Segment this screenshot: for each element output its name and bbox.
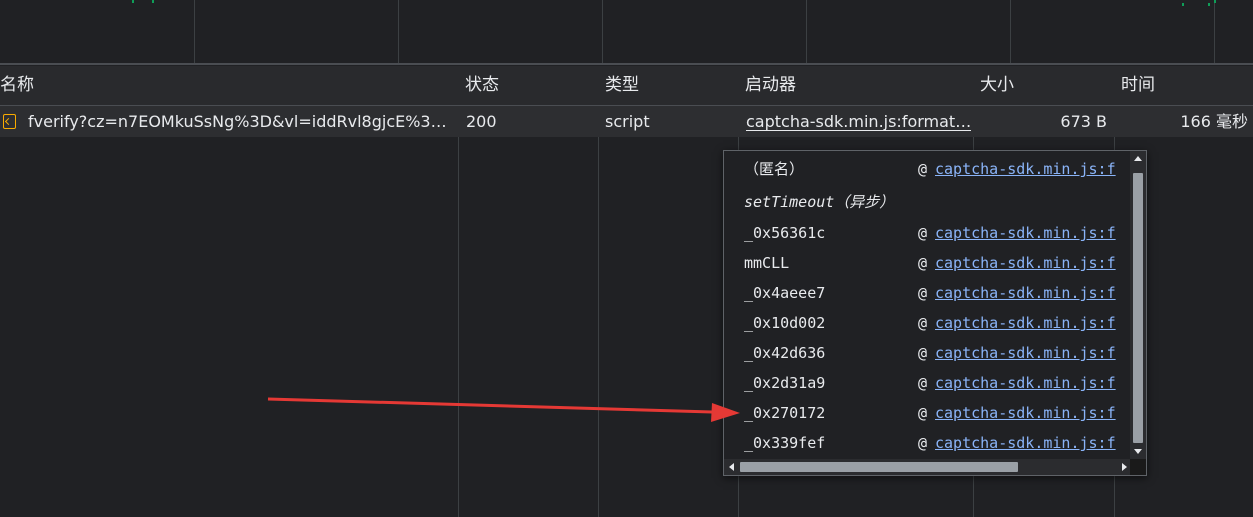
timeline-gridline <box>1010 0 1011 63</box>
script-file-icon <box>3 114 16 129</box>
frame-source-link[interactable]: captcha-sdk.min.js:f <box>935 278 1116 308</box>
request-initiator-cell[interactable]: captcha-sdk.min.js:format… <box>746 106 971 137</box>
timeline-request-tick <box>1208 3 1210 6</box>
initiator-link[interactable]: captcha-sdk.min.js:format… <box>746 112 971 131</box>
frame-source-link[interactable]: captcha-sdk.min.js:f <box>935 218 1116 248</box>
initiator-callstack-popover: （匿名） @ captcha-sdk.min.js:f setTimeout（异… <box>723 150 1147 476</box>
timeline-gridline <box>194 0 195 63</box>
frame-at-sign: @ <box>918 160 928 178</box>
column-header-time[interactable]: 时间 <box>1115 66 1253 105</box>
timeline-request-tick <box>1214 0 1216 3</box>
table-row[interactable]: fverify?cz=n7EOMkuSsNg%3D&vl=iddRvl8gjcE… <box>0 106 1253 137</box>
request-status: 200 <box>466 112 497 131</box>
request-table-header: 名称 状态 类型 启动器 大小 时间 <box>0 66 1253 106</box>
request-name[interactable]: fverify?cz=n7EOMkuSsNg%3D&vl=iddRvl8gjcE… <box>28 106 456 137</box>
timeline-request-tick <box>152 0 154 3</box>
frame-function-name: _0x10d002 <box>744 314 826 332</box>
frame-at-sign: @ <box>918 314 928 332</box>
frame-source-link[interactable]: captcha-sdk.min.js:f <box>935 398 1116 428</box>
column-header-size[interactable]: 大小 <box>974 66 1114 105</box>
frame-source-link[interactable]: captcha-sdk.min.js:f <box>935 368 1116 398</box>
scroll-down-icon[interactable] <box>1134 449 1142 454</box>
stack-frame: mmCLL @ captcha-sdk.min.js:f <box>724 248 1132 278</box>
frame-function-name: _0x2d31a9 <box>744 374 826 392</box>
stack-frame: （匿名） @ captcha-sdk.min.js:f <box>724 154 1132 184</box>
vertical-scrollbar[interactable] <box>1130 151 1146 459</box>
scrollbar-corner <box>1130 459 1146 475</box>
frame-source-link[interactable]: captcha-sdk.min.js:f <box>935 248 1116 278</box>
column-header-type[interactable]: 类型 <box>599 66 738 105</box>
frame-at-sign: @ <box>918 344 928 362</box>
frame-at-sign: @ <box>918 404 928 422</box>
column-header-name[interactable]: 名称 <box>0 66 458 105</box>
column-header-initiator[interactable]: 启动器 <box>739 66 973 105</box>
stack-frame: _0x56361c @ captcha-sdk.min.js:f <box>724 218 1132 248</box>
arrow-shaft <box>267 397 713 414</box>
frame-source-link[interactable]: captcha-sdk.min.js:f <box>935 338 1116 368</box>
stack-frame: _0x339fef @ captcha-sdk.min.js:f <box>724 428 1132 458</box>
frame-function-name: mmCLL <box>744 254 790 272</box>
async-boundary-frame: setTimeout（异步） <box>724 187 1132 217</box>
column-header-status[interactable]: 状态 <box>459 66 598 105</box>
frame-source-link[interactable]: captcha-sdk.min.js:f <box>935 154 1116 184</box>
stack-frame: _0x10d002 @ captcha-sdk.min.js:f <box>724 308 1132 338</box>
frame-function-name: _0x42d636 <box>744 344 826 362</box>
timeline-gridline <box>1214 0 1215 63</box>
frame-function-name: _0x56361c <box>744 224 826 242</box>
timeline-request-tick <box>1182 3 1184 6</box>
timeline-gridline <box>398 0 399 63</box>
frame-at-sign: @ <box>918 284 928 302</box>
scroll-up-icon[interactable] <box>1134 156 1142 161</box>
call-stack-list: （匿名） @ captcha-sdk.min.js:f setTimeout（异… <box>724 151 1132 459</box>
frame-source-link[interactable]: captcha-sdk.min.js:f <box>935 308 1116 338</box>
timeline-request-tick <box>132 0 134 3</box>
scroll-left-icon[interactable] <box>729 463 734 471</box>
request-size: 673 B <box>1060 112 1107 131</box>
frame-at-sign: @ <box>918 434 928 452</box>
horizontal-scroll-thumb[interactable] <box>740 462 1018 472</box>
request-time: 166 毫秒 <box>1180 112 1248 131</box>
network-overview-timeline[interactable] <box>0 0 1253 63</box>
stack-frame: _0x2d31a9 @ captcha-sdk.min.js:f <box>724 368 1132 398</box>
timeline-gridline <box>806 0 807 63</box>
frame-source-link[interactable]: captcha-sdk.min.js:f <box>935 428 1116 458</box>
frame-function-name: setTimeout（异步） <box>744 193 895 211</box>
frame-at-sign: @ <box>918 374 928 392</box>
timeline-divider[interactable] <box>0 63 1253 65</box>
vertical-scroll-thumb[interactable] <box>1133 173 1143 443</box>
frame-function-name: （匿名） <box>744 160 805 178</box>
frame-function-name: _0x4aeee7 <box>744 284 826 302</box>
frame-function-name: _0x339fef <box>744 434 826 452</box>
stack-frame: _0x270172 @ captcha-sdk.min.js:f <box>724 398 1132 428</box>
frame-at-sign: @ <box>918 254 928 272</box>
frame-at-sign: @ <box>918 224 928 242</box>
request-type: script <box>605 112 650 131</box>
stack-frame: _0x4aeee7 @ captcha-sdk.min.js:f <box>724 278 1132 308</box>
timeline-gridline <box>602 0 603 63</box>
frame-function-name: _0x270172 <box>744 404 826 422</box>
stack-frame: _0x42d636 @ captcha-sdk.min.js:f <box>724 338 1132 368</box>
scroll-right-icon[interactable] <box>1122 463 1127 471</box>
horizontal-scrollbar[interactable] <box>724 459 1132 475</box>
